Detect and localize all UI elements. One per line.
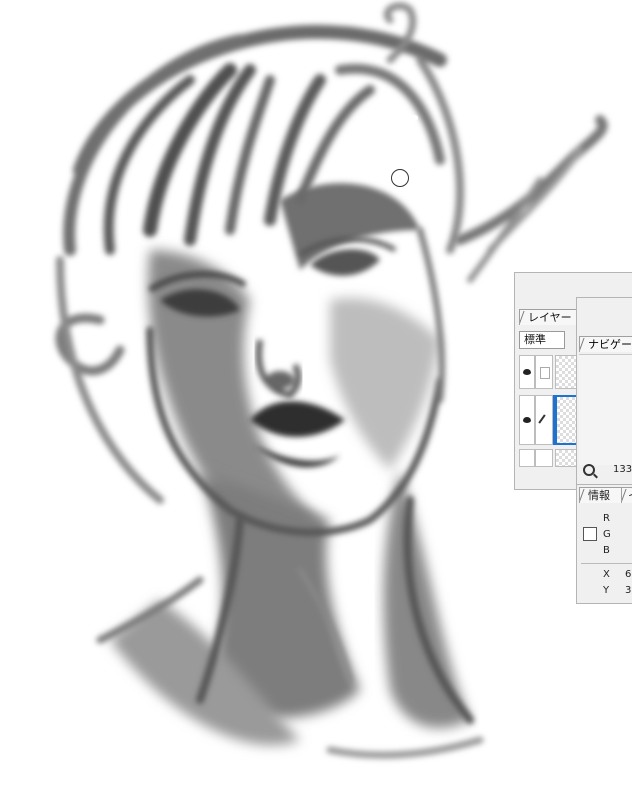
eye-icon	[523, 417, 531, 423]
visibility-toggle[interactable]	[519, 395, 535, 445]
blend-mode-select[interactable]: 標準	[519, 331, 565, 349]
tab-secondary[interactable]: イ	[621, 487, 632, 503]
brush-icon	[538, 414, 546, 424]
visibility-toggle[interactable]	[519, 449, 535, 467]
lock-toggle[interactable]	[535, 395, 553, 445]
b-label: B	[603, 545, 610, 556]
x-label: X	[603, 569, 610, 580]
color-swatch	[583, 527, 597, 541]
tab-info[interactable]: 情報	[579, 487, 623, 503]
eye-icon	[523, 369, 531, 375]
checkbox-icon	[540, 367, 550, 379]
lock-toggle[interactable]	[535, 355, 553, 389]
info-panel: 情報 イ R G B X 6 Y 3	[576, 484, 632, 604]
layer-row-selected[interactable]	[519, 395, 579, 445]
g-label: G	[603, 529, 611, 540]
y-value: 3	[625, 585, 632, 596]
lock-toggle[interactable]	[535, 449, 553, 467]
divider	[581, 563, 632, 564]
layer-row[interactable]	[519, 449, 579, 467]
navigator-panel: ナビゲータ 133	[576, 297, 632, 487]
x-value: 6	[625, 569, 632, 580]
navigator-preview[interactable]	[579, 354, 632, 465]
zoom-value[interactable]: 133	[613, 464, 632, 475]
tab-layer[interactable]: レイヤー	[519, 309, 577, 325]
r-label: R	[603, 513, 610, 524]
brush-cursor	[391, 169, 409, 187]
tab-navigator[interactable]: ナビゲータ	[579, 336, 632, 352]
zoom-row: 133	[577, 460, 632, 484]
y-label: Y	[603, 585, 610, 596]
magnifier-icon[interactable]	[583, 464, 595, 476]
selection-indicator	[553, 395, 556, 445]
visibility-toggle[interactable]	[519, 355, 535, 389]
layer-row[interactable]	[519, 355, 579, 389]
